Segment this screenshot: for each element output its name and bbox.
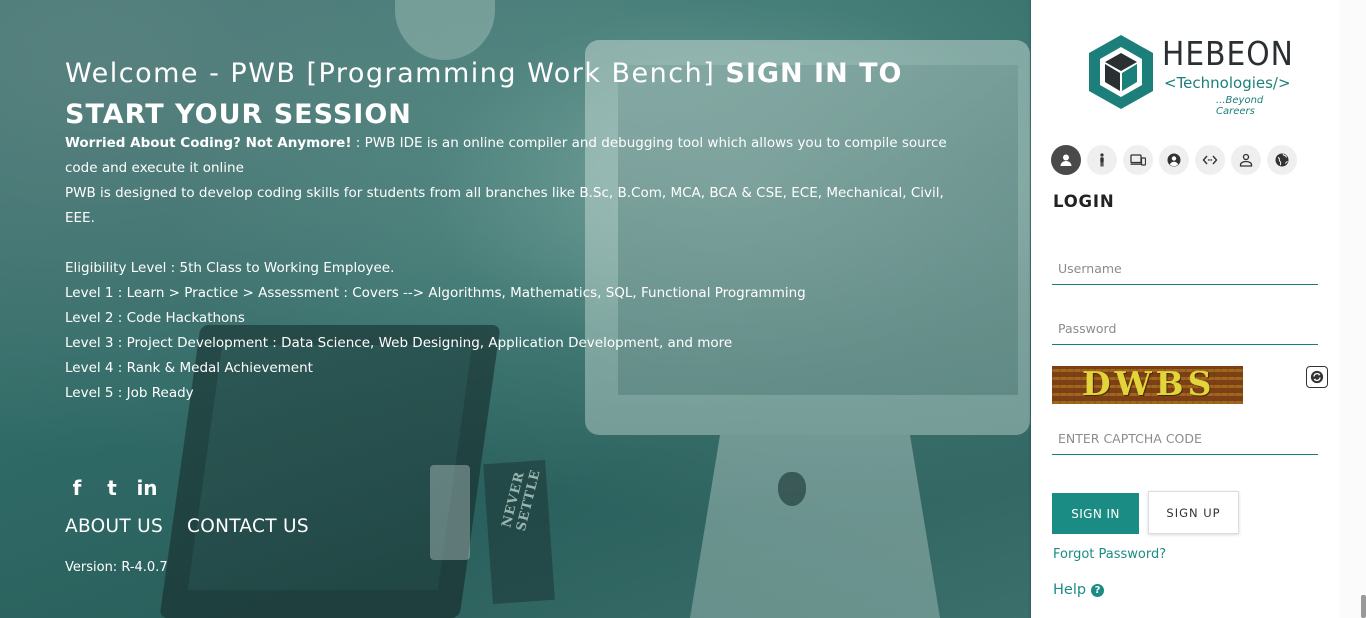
sign-up-button[interactable]: SIGN UP <box>1148 491 1239 534</box>
person-outline-icon[interactable] <box>1231 145 1261 175</box>
refresh-captcha-icon[interactable] <box>1306 366 1328 388</box>
forgot-password-link[interactable]: Forgot Password? <box>1053 547 1166 562</box>
social-links: f t in <box>66 476 158 500</box>
scrollbar-track[interactable] <box>1339 0 1366 618</box>
welcome-title: Welcome - PWB [Programming Work Bench] <box>65 58 716 89</box>
help-question-icon: ? <box>1091 583 1105 597</box>
captcha-text: DWBS <box>1082 366 1216 403</box>
level-item: Level 2 : Code Hackathons <box>65 310 245 326</box>
contact-us-link[interactable]: CONTACT US <box>187 516 309 537</box>
globe-icon[interactable] <box>1267 145 1297 175</box>
level-item: Level 5 : Job Ready <box>65 385 194 401</box>
twitter-icon[interactable]: t <box>101 476 123 500</box>
intro-line: Worried About Coding? Not Anymore! : PWB… <box>65 131 955 181</box>
welcome-heading: Welcome - PWB [Programming Work Bench] S… <box>65 53 935 135</box>
level-item: Level 3 : Project Development : Data Sci… <box>65 335 733 351</box>
monitor-stand-decoration <box>690 435 940 618</box>
mug-decoration <box>430 465 470 560</box>
devices-icon[interactable] <box>1123 145 1153 175</box>
apple-logo-decoration <box>778 472 806 506</box>
version-label: Version: R-4.0.7 <box>65 560 168 575</box>
captcha-field[interactable] <box>1052 423 1318 455</box>
logo-tagline: ...Beyond Careers <box>1216 95 1264 117</box>
role-selector <box>1051 145 1297 175</box>
level-item: Level 4 : Rank & Medal Achievement <box>65 360 313 376</box>
level-item: Level 1 : Learn > Practice > Assessment … <box>65 285 806 301</box>
about-us-link[interactable]: ABOUT US <box>65 516 163 537</box>
help-link[interactable]: Help ? <box>1053 582 1105 598</box>
branches-line: PWB is designed to develop coding skills… <box>65 185 944 226</box>
hexagon-cube-icon <box>1089 35 1153 109</box>
user-icon[interactable] <box>1051 145 1081 175</box>
password-field[interactable] <box>1052 313 1318 345</box>
sign-in-button[interactable]: SIGN IN <box>1052 493 1139 534</box>
logo-technologies: <Technologies/> <box>1164 74 1291 92</box>
login-title: LOGIN <box>1053 192 1115 211</box>
footer-links: ABOUT US CONTACT US <box>65 516 309 537</box>
linkedin-icon[interactable]: in <box>136 476 158 500</box>
username-field[interactable] <box>1052 253 1318 285</box>
account-circle-icon[interactable] <box>1159 145 1189 175</box>
lamp-decoration <box>395 0 495 60</box>
scrollbar-thumb[interactable] <box>1361 595 1366 618</box>
description: Worried About Coding? Not Anymore! : PWB… <box>65 131 955 406</box>
captcha-image: DWBS <box>1052 366 1243 404</box>
help-label: Help <box>1053 582 1087 598</box>
logo-wordmark: HEBEON <box>1162 34 1294 73</box>
person-standing-icon[interactable] <box>1087 145 1117 175</box>
code-icon[interactable] <box>1195 145 1225 175</box>
intro-bold: Worried About Coding? Not Anymore! <box>65 135 352 151</box>
eligibility-line: Eligibility Level : 5th Class to Working… <box>65 260 395 276</box>
facebook-icon[interactable]: f <box>66 476 88 500</box>
hebeon-logo: HEBEON <Technologies/> ...Beyond Careers <box>1086 33 1293 117</box>
